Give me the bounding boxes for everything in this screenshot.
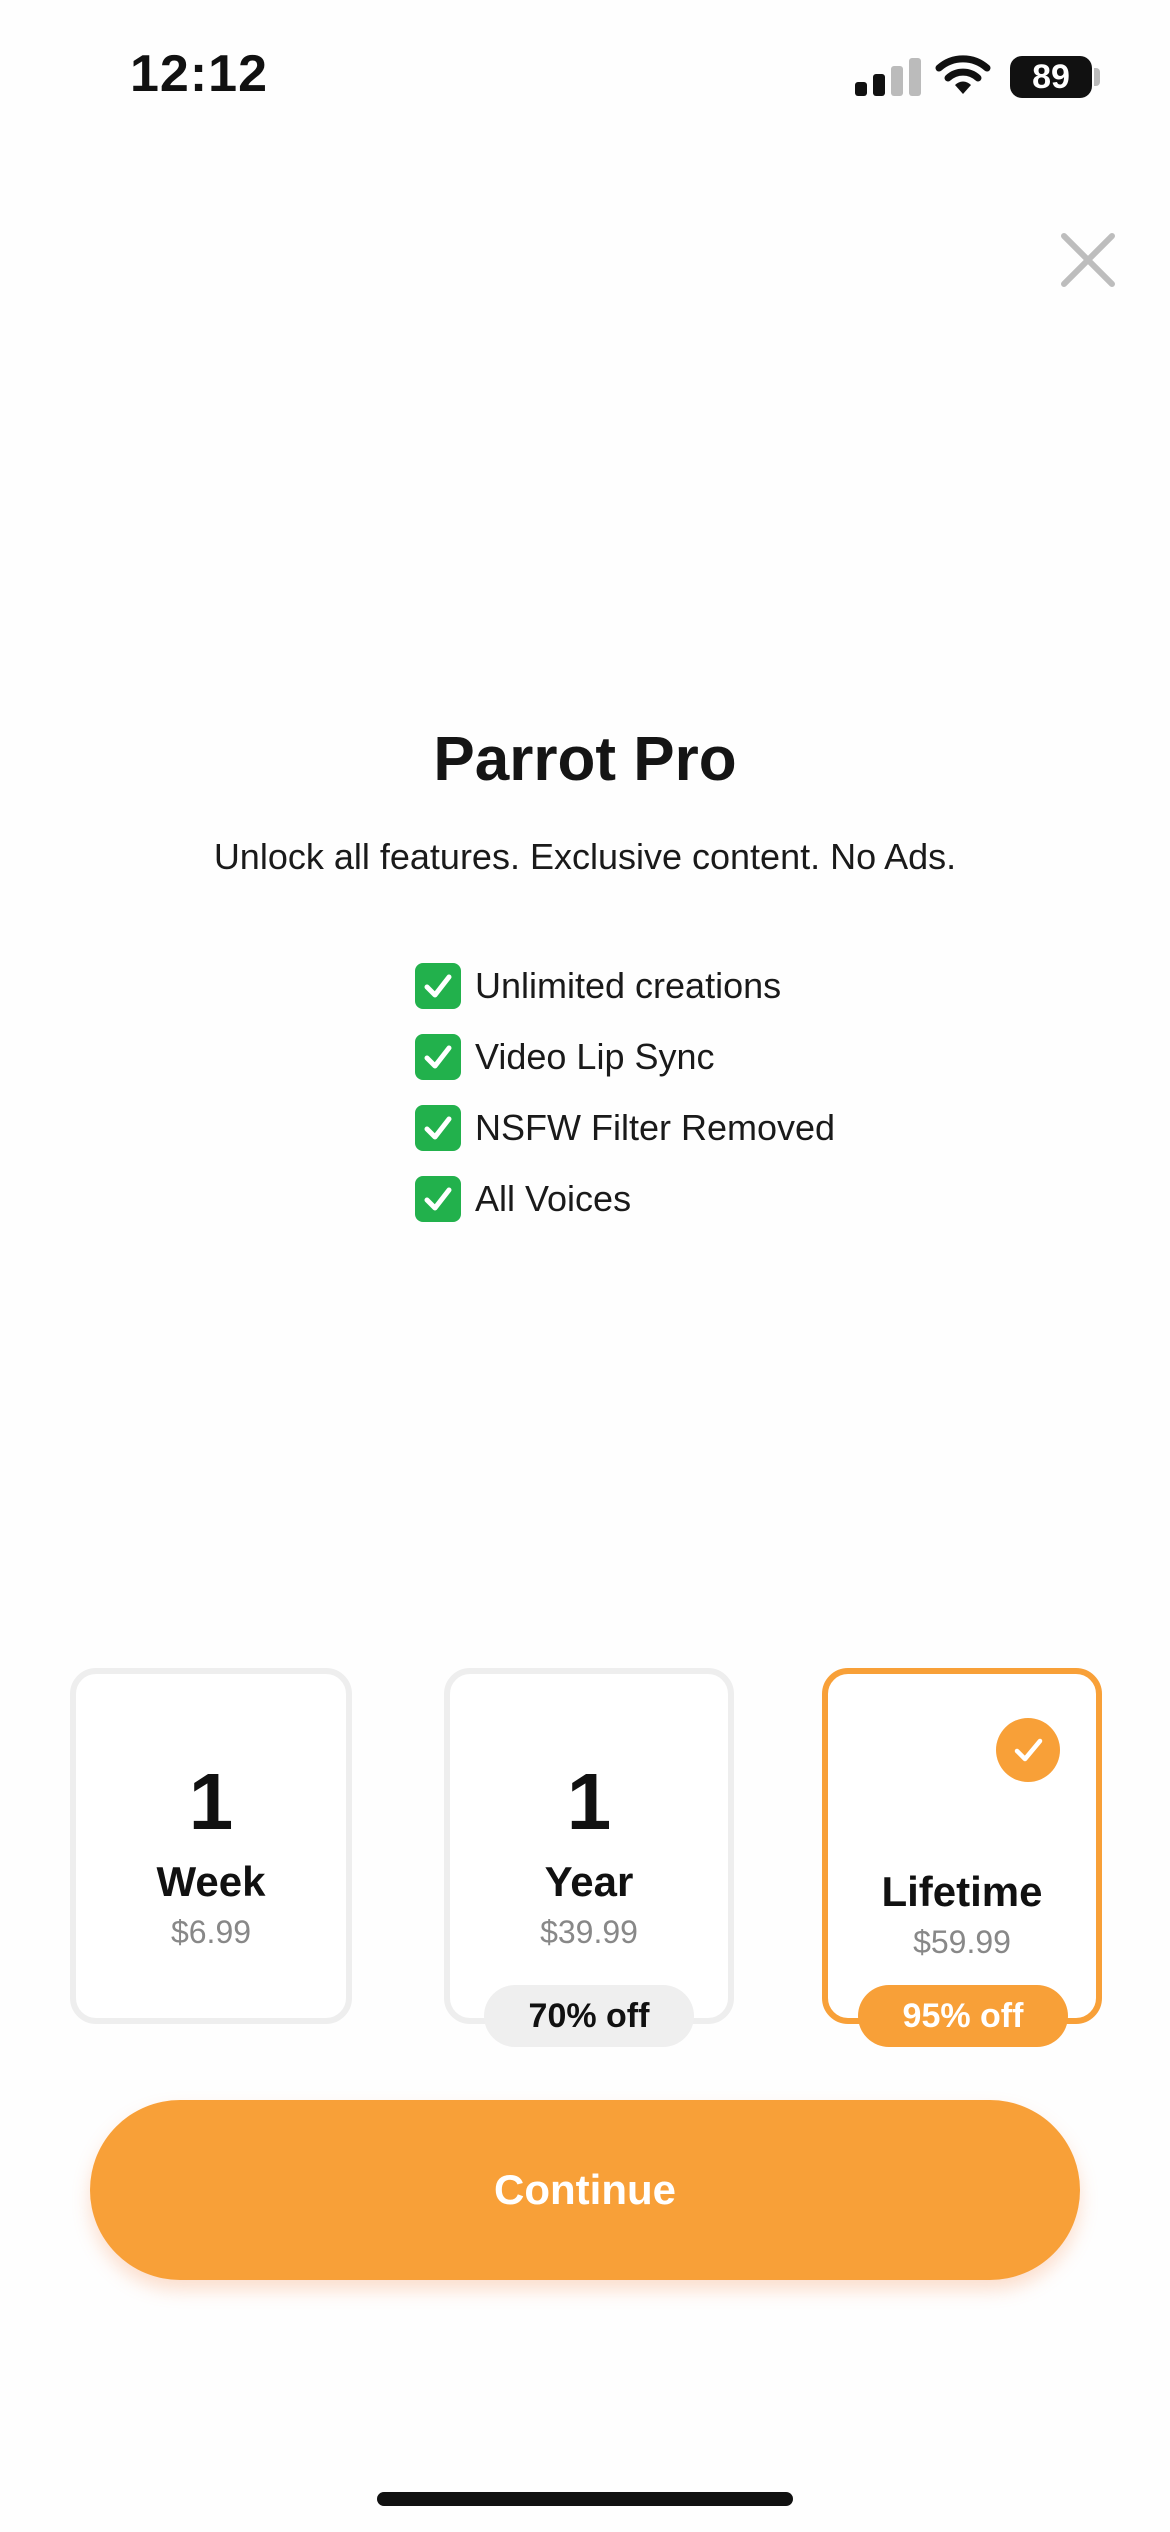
feature-item: Video Lip Sync bbox=[415, 1021, 835, 1092]
check-mark-button-icon bbox=[415, 962, 461, 1009]
feature-label: NSFW Filter Removed bbox=[475, 1106, 836, 1148]
feature-label: All Voices bbox=[475, 1177, 632, 1219]
feature-item: Unlimited creations bbox=[415, 950, 835, 1021]
paywall-subtitle: Unlock all features. Exclusive content. … bbox=[213, 836, 957, 877]
close-button[interactable] bbox=[1058, 230, 1118, 290]
check-mark-button-icon bbox=[415, 1104, 461, 1151]
plan-price: $39.99 bbox=[540, 1914, 638, 1950]
plan-unit: Lifetime bbox=[881, 1868, 1043, 1915]
feature-list: Unlimited creations Video Lip Sync NSFW … bbox=[415, 950, 835, 1234]
status-time: 12:12 bbox=[130, 45, 268, 103]
feature-label: Unlimited creations bbox=[475, 964, 782, 1006]
check-mark-button-icon bbox=[415, 1033, 461, 1080]
plan-price: $59.99 bbox=[913, 1924, 1011, 1960]
plan-card-year[interactable]: 1 Year $39.99 bbox=[444, 1668, 734, 2024]
plan-unit: Week bbox=[156, 1858, 266, 1905]
selected-check-icon bbox=[996, 1718, 1060, 1782]
discount-badge-lifetime: 95% off bbox=[858, 1985, 1068, 2047]
check-mark-button-icon bbox=[415, 1175, 461, 1222]
plan-card-lifetime[interactable]: Lifetime $59.99 bbox=[822, 1668, 1102, 2024]
continue-button[interactable]: Continue bbox=[90, 2100, 1080, 2280]
cellular-signal-icon bbox=[855, 58, 921, 96]
feature-label: Video Lip Sync bbox=[475, 1035, 715, 1077]
paywall-title: Parrot Pro bbox=[433, 725, 737, 794]
battery-icon: 89 bbox=[1010, 56, 1092, 98]
plan-number: 1 bbox=[566, 1757, 612, 1846]
home-indicator bbox=[377, 2492, 793, 2506]
feature-item: NSFW Filter Removed bbox=[415, 1092, 835, 1163]
feature-item: All Voices bbox=[415, 1163, 835, 1234]
wifi-icon bbox=[935, 55, 991, 94]
paywall-screen: 12:12 89 Parrot Pro Unlock all features.… bbox=[0, 0, 1170, 2532]
battery-cap bbox=[1094, 68, 1100, 86]
plan-card-week[interactable]: 1 Week $6.99 bbox=[70, 1668, 352, 2024]
plan-number: 1 bbox=[188, 1757, 234, 1846]
plan-unit: Year bbox=[544, 1858, 634, 1905]
battery-level: 89 bbox=[1032, 57, 1070, 96]
discount-badge-year: 70% off bbox=[484, 1985, 694, 2047]
plan-price: $6.99 bbox=[170, 1914, 252, 1950]
